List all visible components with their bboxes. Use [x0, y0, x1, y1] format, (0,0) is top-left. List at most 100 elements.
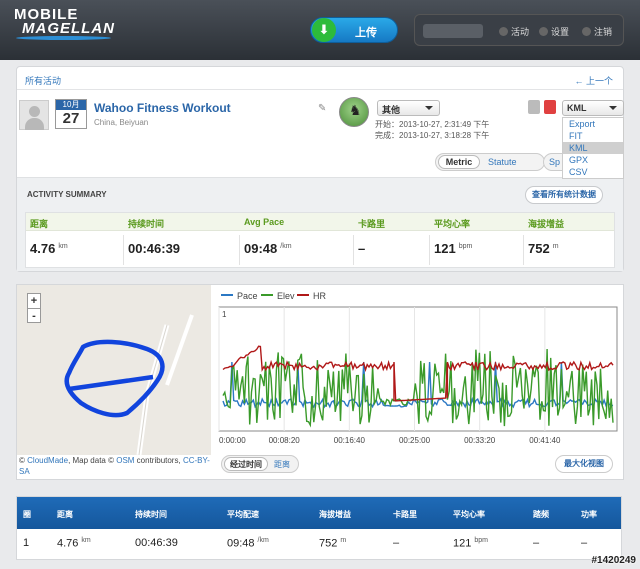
table-header-cell: 平均心率 [453, 510, 485, 519]
map-drawing [64, 314, 194, 455]
distance-button[interactable]: 距离 [274, 459, 290, 470]
end-label: 完成： [375, 131, 399, 140]
previous-link[interactable]: ← 上一个 [574, 74, 613, 87]
view-all-stats-button[interactable]: 查看所有统计数据 [525, 186, 603, 204]
route-map[interactable]: + - [17, 285, 211, 455]
top-bar: MOBILE MAGELLAN ⬇ 上传 活动 设置 注销 [0, 0, 640, 60]
logo-line-2: MAGELLAN [22, 20, 115, 37]
x-tick-label: 00:25:00 [399, 436, 431, 445]
table-header-cell: 海拔增益 [319, 510, 351, 519]
chart-svg: 0:00:00 00:08:20 00:16:40 00:25:00 00:33:20 0… [218, 306, 618, 445]
activity-type-icon: ♞ [339, 97, 369, 127]
legend-hr: HR [297, 291, 326, 301]
table-cell: – [533, 537, 540, 549]
x-tick-label: 00:16:40 [334, 436, 366, 445]
upload-icon: ⬇ [312, 18, 336, 42]
unit-toggle: Metric Statute [435, 153, 545, 171]
export-option[interactable]: Export [563, 118, 623, 130]
workout-location: China, Beiyuan [94, 118, 149, 127]
legend-elev: Elev [261, 291, 295, 301]
start-time: 2013-10-27, 2:31:49 下午 [399, 120, 490, 129]
export-select[interactable]: KML [562, 100, 624, 116]
activity-summary: ACTIVITY SUMMARY 查看所有统计数据 距离 4.76 km 持续时间… [17, 177, 623, 271]
table-header-cell: 踏频 [533, 510, 549, 519]
activity-icon [499, 27, 508, 36]
export-option[interactable]: CSV [563, 166, 623, 178]
lock-icon[interactable] [528, 100, 540, 114]
table-header: 圈 距离 持续时间 平均配速 海拔增益 卡路里 平均心率 踏频 功率 [17, 497, 621, 529]
table-header-cell: 平均配速 [227, 510, 259, 519]
export-menu: Export FIT KML GPX CSV [562, 117, 624, 179]
settings-link[interactable]: 设置 [539, 25, 569, 38]
map-chart-panel: + - © CloudMade, Map data © OSM contribu… [16, 284, 624, 480]
y-tick-label: 1 [222, 310, 227, 319]
magellan-logo[interactable]: MOBILE MAGELLAN [14, 6, 114, 40]
table-cell: 4.76 km [57, 537, 91, 550]
legend-swatch-hr [297, 294, 309, 296]
x-tick-label: 00:08:20 [269, 436, 301, 445]
x-tick-label: 00:33:20 [464, 436, 496, 445]
avatar [19, 100, 49, 130]
account-bar: 活动 设置 注销 [414, 14, 624, 46]
trash-icon[interactable] [544, 100, 556, 114]
end-time: 2013-10-27, 3:18:28 下午 [399, 131, 490, 140]
table-cell: 09:48/km [227, 537, 269, 550]
stats-box: 距离 4.76 km 持续时间 00:46:39 Avg Pace 09:48/k… [25, 212, 615, 268]
table-cell: 121 bpm [453, 537, 488, 550]
zoom-in-button[interactable]: + [28, 294, 40, 308]
divider [17, 89, 623, 90]
upload-button[interactable]: ⬇ 上传 [310, 17, 398, 43]
date-month: 10月 [56, 100, 86, 110]
stat-distance: 距离 4.76 km [26, 213, 124, 267]
logout-icon [582, 27, 591, 36]
maximize-view-button[interactable]: 最大化视图 [555, 455, 613, 473]
x-tick-label: 00:41:40 [529, 436, 561, 445]
x-tick-label: 0:00:00 [219, 436, 246, 445]
stat-calories: 卡路里 – [354, 213, 430, 267]
table-cell: 752 m [319, 537, 347, 550]
table-header-cell: 持续时间 [135, 510, 167, 519]
legend-swatch-elev [261, 294, 273, 296]
stat-avg-pace: Avg Pace 09:48/km [240, 213, 354, 267]
stat-duration: 持续时间 00:46:39 [124, 213, 240, 267]
elapsed-time-button[interactable]: 经过时间 [224, 457, 268, 471]
osm-link[interactable]: OSM [116, 456, 134, 465]
sport-select[interactable]: 其他 [377, 100, 440, 116]
gear-icon [539, 27, 548, 36]
table-cell: 1 [23, 537, 30, 549]
table-cell: – [393, 537, 400, 549]
cloudmade-link[interactable]: CloudMade [27, 456, 68, 465]
table-header-cell: 圈 [23, 510, 31, 519]
table-cell: – [581, 537, 588, 549]
edit-pencil-icon[interactable]: ✎ [318, 103, 326, 114]
stat-avg-hr: 平均心率 121 bpm [430, 213, 524, 267]
zoom-control: + - [27, 293, 41, 323]
summary-title: ACTIVITY SUMMARY [27, 190, 107, 199]
legend-pace: Pace [221, 291, 258, 301]
statute-button[interactable]: Statute [488, 157, 517, 167]
export-option[interactable]: GPX [563, 154, 623, 166]
start-label: 开始： [375, 120, 399, 129]
workout-title: Wahoo Fitness Workout [94, 101, 231, 115]
stat-elevation-gain: 海拔增益 752 m [528, 219, 565, 256]
export-option[interactable]: KML [563, 142, 623, 154]
all-activities-link[interactable]: 所有活动 [25, 74, 61, 87]
export-option[interactable]: FIT [563, 130, 623, 142]
table-header-cell: 距离 [57, 510, 73, 519]
table-header-cell: 卡路里 [393, 510, 417, 519]
date-day: 27 [62, 110, 80, 127]
upload-label: 上传 [355, 27, 377, 39]
logout-link[interactable]: 注销 [582, 25, 612, 38]
activity-link[interactable]: 活动 [499, 25, 529, 38]
workout-panel: 所有活动 ← 上一个 10月 27 Wahoo Fitness Workout … [16, 66, 624, 272]
date-badge: 10月 27 [55, 99, 87, 129]
legend-swatch-pace [221, 294, 233, 296]
watermark: #1420249 [591, 555, 637, 566]
chart-axis-toggle: 经过时间 距离 [221, 455, 299, 473]
table-header-cell: 功率 [581, 510, 597, 519]
activity-chart[interactable]: Pace Elev HR 0:00:00 00:08:20 00:16:40 00:2… [213, 285, 623, 455]
zoom-out-button[interactable]: - [28, 308, 40, 322]
map-attribution: © CloudMade, Map data © OSM contributors… [19, 456, 210, 476]
metric-button[interactable]: Metric [438, 155, 480, 169]
logo-swoosh [16, 36, 111, 40]
